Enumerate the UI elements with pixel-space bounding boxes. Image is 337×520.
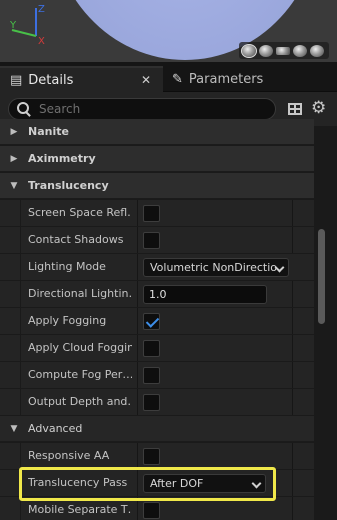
search-icon — [17, 102, 31, 116]
column-divider — [292, 497, 293, 520]
column-divider — [292, 200, 293, 226]
compute-fog-per-pixel-checkbox[interactable] — [143, 367, 160, 384]
indent-guide — [20, 335, 21, 361]
category-advanced[interactable]: ▼ Advanced — [0, 416, 314, 442]
tab-details[interactable]: ▤ Details ✕ — [0, 66, 163, 92]
search-input[interactable] — [39, 102, 239, 116]
property-row: Compute Fog Per… — [0, 362, 314, 389]
property-label: Output Depth and… — [28, 395, 132, 408]
column-divider — [292, 281, 293, 307]
property-row: Apply Fogging — [0, 308, 314, 335]
property-row: Screen Space Refl… — [0, 200, 314, 227]
sphere-preview-icon[interactable] — [241, 43, 257, 58]
plane-preview-icon[interactable] — [276, 46, 290, 55]
tab-parameters[interactable]: ✎ Parameters — [166, 66, 337, 92]
property-label: Responsive AA — [28, 449, 110, 462]
search-box[interactable] — [8, 98, 276, 120]
lighting-mode-dropdown[interactable]: Volumetric NonDirectio — [143, 258, 289, 277]
property-label: Screen Space Refl… — [28, 206, 132, 219]
column-divider[interactable] — [137, 200, 138, 226]
category-aximmetry[interactable]: ▶ Aximmetry — [0, 146, 314, 172]
category-label: Advanced — [28, 422, 83, 435]
property-label: Directional Lightin… — [28, 287, 132, 300]
cube-preview-icon[interactable] — [293, 44, 307, 57]
scrollbar-thumb[interactable] — [318, 229, 325, 324]
category-translucency[interactable]: ▼ Translucency — [0, 173, 314, 199]
mesh-preview-icon[interactable] — [310, 44, 324, 57]
axis-y-label: Y — [9, 20, 17, 31]
column-divider[interactable] — [137, 281, 138, 307]
tab-details-label: Details — [28, 72, 74, 88]
panel-tab-bar: ▤ Details ✕ ✎ Parameters — [0, 62, 337, 92]
indent-guide — [20, 227, 21, 253]
column-divider[interactable] — [137, 443, 138, 469]
material-preview-viewport[interactable]: Z Y X — [0, 0, 337, 62]
highlight-box — [19, 467, 276, 501]
parameters-icon: ✎ — [172, 71, 183, 87]
chevron-right-icon: ▶ — [10, 153, 18, 164]
directional-lighting-intensity-input[interactable]: 1.0 — [143, 285, 267, 304]
indent-guide — [20, 308, 21, 334]
column-divider[interactable] — [137, 335, 138, 361]
indent-guide — [20, 389, 21, 415]
category-nanite[interactable]: ▶ Nanite — [0, 119, 314, 145]
chevron-right-icon: ▶ — [10, 126, 18, 137]
apply-fogging-checkbox[interactable] — [143, 313, 160, 330]
details-property-list: ▶ Nanite ▶ Aximmetry ▼ Translucency Scre… — [0, 119, 314, 520]
dropdown-value: Volumetric NonDirectio — [150, 261, 277, 274]
column-divider — [292, 308, 293, 334]
property-row: Apply Cloud Fogging — [0, 335, 314, 362]
tab-parameters-label: Parameters — [188, 71, 264, 87]
property-row: Output Depth and… — [0, 389, 314, 416]
chevron-down-icon: ▼ — [10, 180, 18, 191]
mobile-separate-translucency-checkbox[interactable] — [143, 502, 160, 519]
gear-icon[interactable]: ⚙ — [311, 100, 326, 117]
column-divider — [292, 389, 293, 415]
screen-space-reflections-checkbox[interactable] — [143, 205, 160, 222]
indent-guide — [20, 443, 21, 469]
category-label: Aximmetry — [28, 152, 96, 165]
column-divider[interactable] — [137, 254, 138, 280]
property-row: Contact Shadows — [0, 227, 314, 254]
column-divider — [292, 335, 293, 361]
column-divider — [292, 227, 293, 253]
category-label: Nanite — [28, 125, 69, 138]
scrollbar-track[interactable] — [314, 126, 337, 520]
column-divider[interactable] — [137, 308, 138, 334]
contact-shadows-checkbox[interactable] — [143, 232, 160, 249]
indent-guide — [20, 281, 21, 307]
output-depth-and-velocity-checkbox[interactable] — [143, 394, 160, 411]
property-row: Directional Lightin… 1.0 — [0, 281, 314, 308]
column-divider — [292, 362, 293, 388]
table-view-icon[interactable] — [288, 103, 302, 115]
property-label: Apply Fogging — [28, 314, 107, 327]
column-divider — [292, 470, 293, 496]
axis-gizmo: Z Y X — [9, 4, 45, 46]
column-divider — [292, 443, 293, 469]
close-icon[interactable]: ✕ — [141, 73, 151, 87]
property-row: Responsive AA — [0, 443, 314, 470]
column-divider[interactable] — [137, 362, 138, 388]
property-label: Compute Fog Per… — [28, 368, 132, 381]
property-label: Apply Cloud Fogging — [28, 341, 132, 354]
property-label: Lighting Mode — [28, 260, 106, 273]
preview-shape-toolbar — [239, 42, 329, 59]
cylinder-preview-icon[interactable] — [259, 44, 273, 57]
axis-x-label: X — [38, 36, 45, 46]
indent-guide — [20, 254, 21, 280]
indent-guide — [20, 362, 21, 388]
property-row: Lighting Mode Volumetric NonDirectio — [0, 254, 314, 281]
chevron-down-icon: ▼ — [10, 423, 18, 434]
apply-cloud-fogging-checkbox[interactable] — [143, 340, 160, 357]
category-label: Translucency — [28, 179, 109, 192]
indent-guide — [20, 200, 21, 226]
column-divider[interactable] — [137, 227, 138, 253]
responsive-aa-checkbox[interactable] — [143, 448, 160, 465]
column-divider[interactable] — [137, 389, 138, 415]
details-icon: ▤ — [10, 72, 23, 88]
axis-z-label: Z — [38, 4, 45, 15]
property-label: Contact Shadows — [28, 233, 124, 246]
